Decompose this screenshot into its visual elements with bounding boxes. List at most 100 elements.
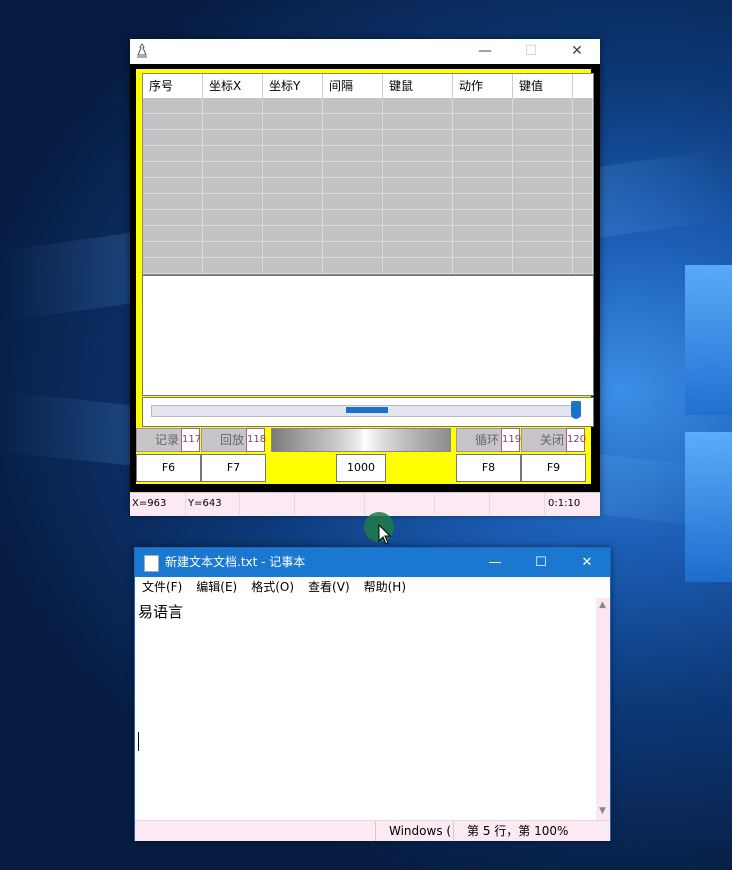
- playback-hotkey-code: 118: [246, 428, 266, 452]
- table-cell: [203, 162, 263, 177]
- table-cell: [573, 162, 593, 177]
- vertical-scrollbar[interactable]: ▲ ▼: [596, 598, 610, 820]
- macro-table[interactable]: 序号 坐标X 坐标Y 间隔 键鼠 动作 键值: [142, 73, 594, 275]
- f9-key-field[interactable]: F9: [521, 454, 586, 482]
- table-cell: [263, 130, 323, 145]
- table-cell: [513, 146, 573, 161]
- table-body[interactable]: [143, 98, 593, 274]
- table-cell: [263, 98, 323, 113]
- column-header-key[interactable]: 键值: [513, 74, 573, 98]
- table-row[interactable]: [143, 194, 593, 210]
- record-hotkey-code: 117: [181, 428, 201, 452]
- table-cell: [323, 178, 383, 193]
- table-row[interactable]: [143, 258, 593, 274]
- table-cell: [383, 178, 453, 193]
- menu-file[interactable]: 文件(F): [135, 577, 189, 598]
- log-textbox[interactable]: [142, 275, 594, 396]
- table-cell: [143, 210, 203, 225]
- table-row[interactable]: [143, 130, 593, 146]
- tool-titlebar[interactable]: — ☐ ✕: [130, 39, 600, 64]
- scroll-down-icon[interactable]: ▼: [599, 806, 606, 816]
- table-row[interactable]: [143, 98, 593, 114]
- table-cell: [513, 178, 573, 193]
- notepad-menubar: 文件(F) 编辑(E) 格式(O) 查看(V) 帮助(H): [135, 577, 610, 598]
- table-cell: [263, 210, 323, 225]
- table-cell: [263, 162, 323, 177]
- maximize-icon[interactable]: ☐: [518, 548, 564, 577]
- notepad-titlebar[interactable]: 新建文本文档.txt - 记事本 — ☐ ✕: [135, 548, 610, 577]
- f6-key-field[interactable]: F6: [136, 454, 201, 482]
- table-cell: [203, 242, 263, 257]
- close-icon[interactable]: ✕: [554, 39, 600, 64]
- macro-tool-window: — ☐ ✕ 序号 坐标X 坐标Y 间隔 键鼠 动作 键值 记录 117 回放 1…: [130, 39, 600, 516]
- table-row[interactable]: [143, 178, 593, 194]
- table-cell: [573, 114, 593, 129]
- interval-input[interactable]: 1000: [336, 454, 386, 482]
- minimize-icon[interactable]: —: [472, 548, 518, 577]
- table-cell: [143, 146, 203, 161]
- loop-button[interactable]: 循环: [456, 428, 502, 452]
- table-row[interactable]: [143, 226, 593, 242]
- table-row[interactable]: [143, 146, 593, 162]
- notepad-window: 新建文本文档.txt - 记事本 — ☐ ✕ 文件(F) 编辑(E) 格式(O)…: [134, 547, 611, 841]
- column-header-interval[interactable]: 间隔: [323, 74, 383, 98]
- table-cell: [513, 242, 573, 257]
- menu-help[interactable]: 帮助(H): [357, 577, 413, 598]
- record-button[interactable]: 记录: [136, 428, 182, 452]
- maximize-icon[interactable]: ☐: [508, 39, 554, 64]
- table-cell: [513, 98, 573, 113]
- menu-view[interactable]: 查看(V): [301, 577, 357, 598]
- menu-format[interactable]: 格式(O): [244, 577, 301, 598]
- table-cell: [383, 226, 453, 241]
- loop-hotkey-code: 119: [501, 428, 521, 452]
- table-cell: [453, 130, 513, 145]
- scroll-up-icon[interactable]: ▲: [599, 600, 606, 610]
- app-icon: [137, 43, 147, 58]
- column-header-y[interactable]: 坐标Y: [263, 74, 323, 98]
- close-button[interactable]: 关闭: [521, 428, 567, 452]
- table-cell: [143, 98, 203, 113]
- table-cell: [453, 194, 513, 209]
- status-divider: [375, 821, 376, 841]
- column-header-input[interactable]: 键鼠: [383, 74, 453, 98]
- f7-key-field[interactable]: F7: [201, 454, 266, 482]
- f8-key-field[interactable]: F8: [456, 454, 521, 482]
- speed-slider[interactable]: [142, 397, 594, 427]
- table-cell: [323, 242, 383, 257]
- table-row[interactable]: [143, 162, 593, 178]
- table-cell: [573, 226, 593, 241]
- table-cell: [383, 258, 453, 273]
- table-cell: [383, 146, 453, 161]
- minimize-icon[interactable]: —: [462, 39, 508, 64]
- mouse-y-readout: Y=643: [186, 493, 240, 515]
- table-cell: [383, 210, 453, 225]
- table-row[interactable]: [143, 210, 593, 226]
- table-row[interactable]: [143, 114, 593, 130]
- table-cell: [323, 114, 383, 129]
- slider-thumb[interactable]: [571, 401, 581, 419]
- table-cell: [143, 258, 203, 273]
- color-gradient-bar: [271, 428, 451, 452]
- table-cell: [203, 210, 263, 225]
- close-hotkey-code: 120: [566, 428, 586, 452]
- playback-button[interactable]: 回放: [201, 428, 247, 452]
- table-cell: [573, 146, 593, 161]
- table-cell: [453, 146, 513, 161]
- column-header-spacer: [573, 74, 593, 98]
- notepad-text-area[interactable]: 易语言: [135, 598, 596, 820]
- table-row[interactable]: [143, 242, 593, 258]
- slider-track[interactable]: [151, 405, 581, 417]
- close-icon[interactable]: ✕: [564, 548, 610, 577]
- table-cell: [573, 194, 593, 209]
- column-header-index[interactable]: 序号: [143, 74, 203, 98]
- table-cell: [453, 226, 513, 241]
- status-cell: [435, 493, 490, 515]
- table-cell: [513, 162, 573, 177]
- status-cell: [240, 493, 295, 515]
- column-header-x[interactable]: 坐标X: [203, 74, 263, 98]
- table-cell: [143, 194, 203, 209]
- column-header-action[interactable]: 动作: [453, 74, 513, 98]
- table-cell: [323, 162, 383, 177]
- table-cell: [323, 146, 383, 161]
- menu-edit[interactable]: 编辑(E): [189, 577, 244, 598]
